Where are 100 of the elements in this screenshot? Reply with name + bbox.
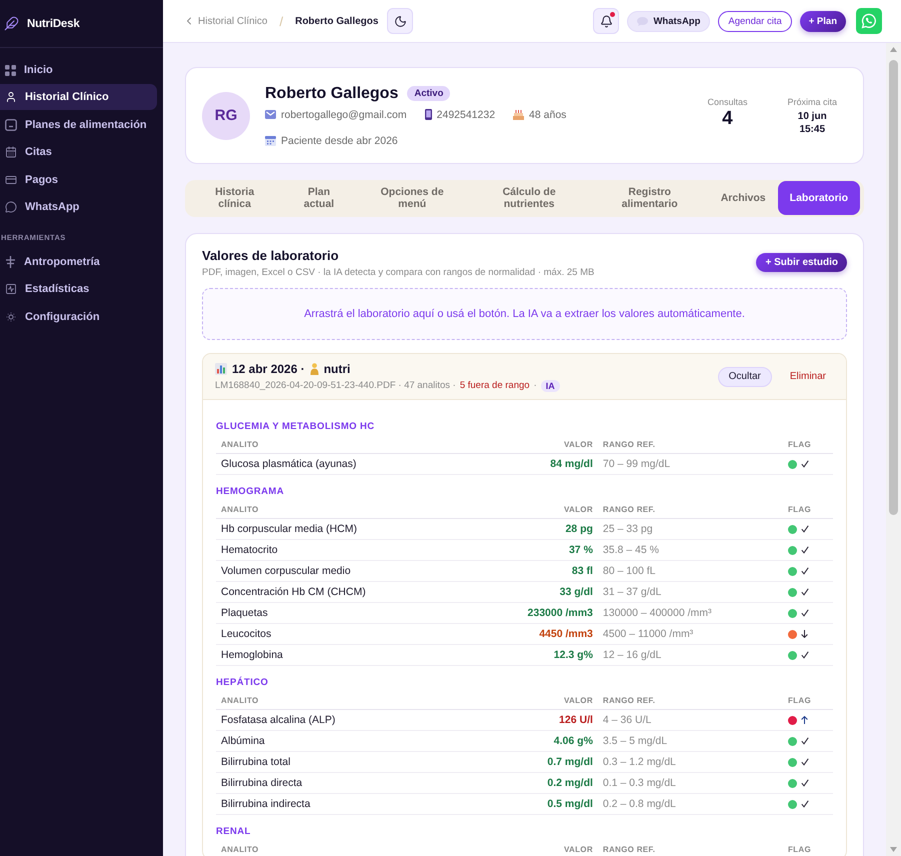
- avatar: RG: [202, 92, 250, 140]
- column-header: RANGO REF.: [598, 501, 783, 518]
- scroll-down-icon[interactable]: [890, 847, 897, 852]
- study-action-button[interactable]: Ocultar: [718, 366, 772, 386]
- header-button[interactable]: Agendar cita: [718, 10, 792, 32]
- status-dot-icon: [788, 460, 797, 468]
- group-title: HEPÁTICO: [216, 677, 268, 689]
- chat-bubble-icon: [5, 200, 17, 213]
- stat-time: 15:45: [799, 123, 826, 136]
- nav-item[interactable]: Planes de alimentación: [0, 112, 157, 138]
- study-meta-text: LM168840_2026-04-20-09-51-23-440.PDF · 47 analitos ·: [215, 380, 456, 391]
- analyte-cell: Leucocitos: [216, 624, 523, 644]
- section-title: Valores de laboratorio: [202, 248, 339, 263]
- nav-item[interactable]: Historial Clínico: [0, 84, 157, 110]
- range-cell: 4 – 36 U/L: [598, 710, 783, 730]
- chat-button[interactable]: [856, 8, 882, 34]
- range-cell: 70 – 99 mg/dL: [598, 454, 783, 474]
- value-cell: 12.3 g%: [522, 644, 598, 666]
- column-header: ANALITO: [216, 436, 546, 454]
- value-cell: 0.2 mg/dl: [542, 772, 598, 794]
- nav-item[interactable]: WhatsApp: [0, 194, 157, 220]
- column-header: FLAG: [783, 436, 833, 454]
- cross-icon: [5, 256, 16, 268]
- value-cell: 4450 /mm3: [522, 624, 598, 644]
- nav-item[interactable]: Citas: [0, 139, 157, 166]
- nav-item[interactable]: Pagos: [0, 166, 157, 193]
- tab[interactable]: Opciones de menú: [356, 181, 468, 215]
- status-badge: Activo: [407, 86, 450, 101]
- range-cell: 4500 – 11000 /mm³: [598, 624, 783, 644]
- tab[interactable]: Laboratorio: [778, 181, 860, 215]
- check-icon: [801, 588, 809, 596]
- column-header: FLAG: [783, 841, 833, 856]
- tab[interactable]: Archivos: [708, 181, 778, 215]
- pulse-icon: [5, 283, 17, 296]
- check-icon: [801, 525, 809, 533]
- tab[interactable]: Registro alimentario: [590, 181, 709, 215]
- status-dot-icon: [788, 608, 797, 618]
- analyte-cell: Bilirrubina indirecta: [216, 794, 542, 814]
- range-cell: 0.3 – 1.2 mg/dL: [598, 752, 783, 772]
- range-cell: 31 – 37 g/dL: [598, 582, 783, 602]
- nav-item[interactable]: Inicio: [0, 57, 157, 83]
- square-minus-icon: [5, 118, 17, 131]
- nav-item[interactable]: Estadísticas: [0, 276, 157, 302]
- group-title: RENAL: [216, 826, 251, 838]
- feather-icon: [4, 16, 19, 31]
- stat-value: 4: [722, 108, 733, 130]
- range-cell: 80 – 100 fL: [598, 560, 783, 582]
- study-meta-text: 5 fuera de rango: [460, 380, 530, 391]
- scroll-up-icon[interactable]: [890, 47, 897, 52]
- analyte-cell: Hemoglobina: [216, 644, 523, 666]
- moon-icon: [394, 14, 407, 28]
- drop-zone[interactable]: Arrastrá el laboratorio aquí o usá el botón. La IA va a extraer los valores automáticamente.: [202, 288, 847, 340]
- scrollbar[interactable]: [886, 43, 901, 856]
- analyte-cell: Bilirrubina total: [216, 752, 542, 772]
- stat-date: 10 jun: [798, 110, 827, 123]
- calendar-icon: [5, 146, 17, 158]
- range-cell: 130000 – 400000 /mm³: [598, 602, 783, 624]
- analyte-cell: Hb corpuscular media (HCM): [216, 518, 523, 540]
- tab[interactable]: Historia clínica: [188, 181, 282, 215]
- study-meta-text: ·: [534, 380, 537, 391]
- column-header: FLAG: [783, 501, 833, 518]
- header-button[interactable]: WhatsApp: [627, 10, 710, 32]
- calendar-icon: [265, 136, 276, 146]
- nav-item[interactable]: Antropometría: [0, 248, 157, 275]
- value-cell: 33 g/dl: [522, 582, 598, 602]
- status-dot-icon: [788, 546, 797, 554]
- value-cell: 126 U/l: [542, 710, 598, 730]
- analyte-cell: Plaquetas: [216, 602, 523, 624]
- status-dot-icon: [788, 800, 797, 808]
- check-icon: [801, 460, 809, 468]
- analyte-cell: Glucosa plasmática (ayunas): [216, 454, 546, 474]
- check-icon: [801, 567, 809, 575]
- study-author: nutri: [324, 362, 350, 376]
- tab[interactable]: Cálculo de nutrientes: [468, 181, 591, 215]
- status-dot-icon: [788, 736, 797, 746]
- range-cell: 0.1 – 0.3 mg/dL: [598, 772, 783, 794]
- stat-label: Próxima cita: [787, 97, 837, 107]
- column-header: ANALITO: [216, 692, 542, 710]
- column-header: RANGO REF.: [598, 436, 783, 454]
- tab[interactable]: Plan actual: [281, 181, 357, 215]
- section-subtitle: PDF, imagen, Excel o CSV · la IA detecta y compara con rangos de normalidad · máx. 25 MB: [202, 267, 594, 278]
- theme-toggle-button[interactable]: [387, 8, 414, 34]
- status-dot-icon: [788, 630, 797, 638]
- scrollbar-thumb[interactable]: [889, 60, 898, 515]
- study-action-button[interactable]: Eliminar: [782, 366, 834, 386]
- check-icon: [801, 758, 809, 766]
- column-header: VALOR: [559, 841, 598, 856]
- credit-card-icon: [5, 174, 17, 186]
- group-title: HEMOGRAMA: [216, 486, 284, 498]
- nav-item[interactable]: Configuración: [0, 304, 157, 330]
- breadcrumb-separator: /: [279, 14, 284, 28]
- column-header: VALOR: [545, 436, 598, 454]
- notifications-button[interactable]: [593, 8, 620, 34]
- breadcrumb-current: Roberto Gallegos: [295, 16, 378, 26]
- brand-name: NutriDesk: [27, 18, 80, 30]
- header-button[interactable]: + Plan: [800, 10, 846, 32]
- status-dot-icon: [788, 716, 797, 724]
- column-header: RANGO REF.: [598, 841, 783, 856]
- upload-button[interactable]: + Subir estudio: [756, 253, 847, 272]
- status-dot-icon: [788, 524, 797, 534]
